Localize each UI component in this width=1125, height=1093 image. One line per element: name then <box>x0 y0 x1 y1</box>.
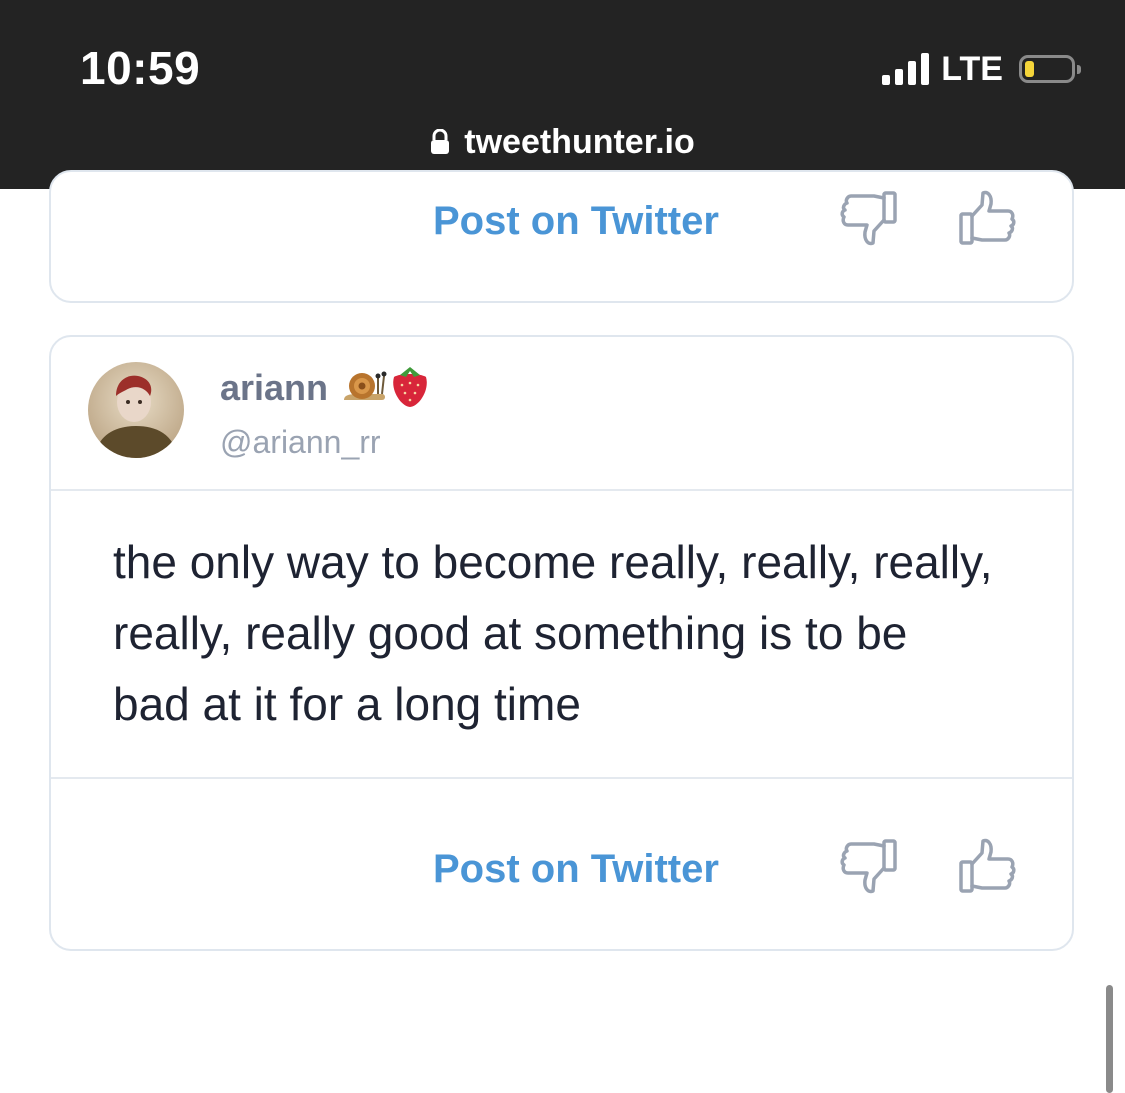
battery-icon <box>1019 55 1081 83</box>
thumbs-up-icon[interactable] <box>955 182 1019 254</box>
thumbs-up-icon[interactable] <box>955 830 1019 902</box>
strawberry-emoji-icon <box>388 363 432 414</box>
status-time: 10:59 <box>80 42 201 94</box>
lock-icon <box>430 129 450 155</box>
tweet-actions: Post on Twitter <box>51 182 1072 262</box>
browser-top-bar: 10:59 LTE tweethunter.io <box>0 0 1125 189</box>
battery-level-fill <box>1025 61 1034 77</box>
network-type: LTE <box>941 50 1003 88</box>
tweet-body: the only way to become really, really, r… <box>51 491 1072 779</box>
address-bar[interactable]: tweethunter.io <box>0 118 1125 166</box>
tweet-actions: Post on Twitter <box>51 830 1072 910</box>
author-display-name: ariann <box>220 367 329 408</box>
tweet-text: the only way to become really, really, r… <box>113 536 993 730</box>
tweet-card: Post on Twitter <box>49 170 1074 303</box>
tweet-card: ariann @ariann_rr the only way to become… <box>49 335 1074 951</box>
tweet-author-header: ariann @ariann_rr <box>51 337 1072 491</box>
cellular-signal-icon <box>882 53 930 85</box>
page-url: tweethunter.io <box>464 123 695 161</box>
avatar[interactable] <box>88 362 184 458</box>
thumbs-down-icon[interactable] <box>837 182 901 254</box>
post-on-twitter-link[interactable]: Post on Twitter <box>433 195 719 247</box>
snail-emoji-icon <box>342 366 388 411</box>
post-on-twitter-link[interactable]: Post on Twitter <box>433 843 719 895</box>
thumbs-down-icon[interactable] <box>837 830 901 902</box>
author-name-row: ariann <box>220 363 432 413</box>
status-indicators: LTE <box>882 48 1081 90</box>
author-handle: @ariann_rr <box>220 424 381 460</box>
scrollbar-thumb[interactable] <box>1106 985 1113 1093</box>
